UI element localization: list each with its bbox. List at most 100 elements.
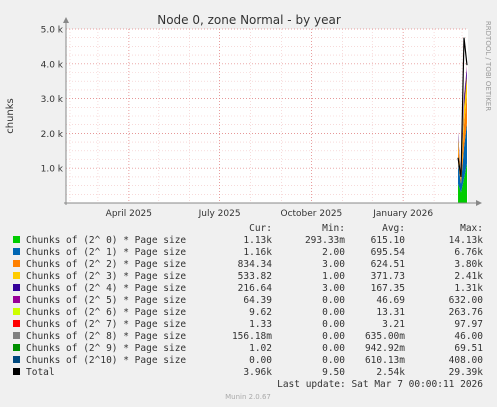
legend-swatch <box>13 260 20 267</box>
legend-value: 695.54 <box>371 247 406 258</box>
legend-row: Chunks of (2^ 4) * Page size 216.64 3.00 16… <box>13 283 483 294</box>
legend-label: Chunks of (2^ 3) * Page size <box>26 271 186 282</box>
legend-row: Chunks of (2^ 8) * Page size 156.18m 0.00 6… <box>13 331 483 342</box>
legend-swatch <box>13 320 20 327</box>
legend-value: 293.33m <box>305 235 345 246</box>
legend-value: 9.50 <box>322 367 345 378</box>
legend-row: Chunks of (2^ 5) * Page size 64.39 0.00 46.… <box>13 295 483 306</box>
legend-swatch <box>13 284 20 291</box>
legend-value: 46.69 <box>376 295 405 306</box>
munin-chart: Node 0, zone Normal - by year chunks RRD… <box>0 0 497 407</box>
legend-label: Chunks of (2^ 7) * Page size <box>26 319 186 330</box>
legend-value: 0.00 <box>322 355 345 366</box>
y-tick-label: 2.0 k <box>41 130 64 140</box>
legend-label: Chunks of (2^ 8) * Page size <box>26 331 186 342</box>
legend-swatch <box>13 332 20 339</box>
legend-value: 615.10 <box>371 235 406 246</box>
legend-value: 371.73 <box>371 271 405 282</box>
chart-svg: Node 0, zone Normal - by year chunks RRD… <box>5 13 492 401</box>
footer-text: Munin 2.0.67 <box>225 393 271 401</box>
legend-label: Chunks of (2^ 4) * Page size <box>26 283 186 294</box>
legend-row: Chunks of (2^ 7) * Page size 1.33 0.00 3.21… <box>13 319 483 330</box>
x-tick-label: January 2026 <box>372 209 433 219</box>
legend-value: 0.00 <box>322 307 345 318</box>
legend-value: 2.00 <box>322 247 345 258</box>
legend-label: Chunks of (2^10) * Page size <box>26 355 186 366</box>
legend-row: Chunks of (2^ 1) * Page size 1.16k 2.00 695… <box>13 247 483 258</box>
legend-value: 3.00 <box>322 283 345 294</box>
legend-value: 3.80k <box>454 259 483 270</box>
legend-value: 13.31 <box>376 307 405 318</box>
legend-value: 97.97 <box>454 319 483 330</box>
legend-value: 610.13m <box>365 355 405 366</box>
legend-row: Chunks of (2^ 9) * Page size 1.02 0.00 942.… <box>13 343 483 354</box>
legend-value: 3.00 <box>322 259 345 270</box>
legend-value: 3.21 <box>382 319 405 330</box>
legend-swatch <box>13 236 20 243</box>
watermark-text: RRDTOOL / TOBI OETIKER <box>484 21 492 111</box>
legend-swatch <box>13 248 20 255</box>
x-tick-labels: April 2025 July 2025 October 2025 January 2… <box>106 209 434 219</box>
legend-value: 635.00m <box>365 331 405 342</box>
legend-value: 14.13k <box>449 235 484 246</box>
legend-value: 408.00 <box>449 355 484 366</box>
legend-value: 64.39 <box>243 295 272 306</box>
legend-value: 533.82 <box>238 271 272 282</box>
legend-row: Chunks of (2^ 2) * Page size 834.34 3.00 62… <box>13 259 483 270</box>
x-tick-label: July 2025 <box>198 209 241 219</box>
legend-header: Max: <box>460 223 483 234</box>
legend-swatch <box>13 344 20 351</box>
legend-value: 0.00 <box>249 355 272 366</box>
legend-value: 834.34 <box>238 259 273 270</box>
legend-value: 1.13k <box>243 235 272 246</box>
legend-value: 263.76 <box>449 307 484 318</box>
legend-value: 0.00 <box>322 331 345 342</box>
y-tick-labels: 1.0 k 2.0 k 3.0 k 4.0 k 5.0 k <box>41 26 64 175</box>
legend-swatch <box>13 356 20 363</box>
legend-value: 156.18m <box>232 331 272 342</box>
legend-value: 216.64 <box>238 283 273 294</box>
x-tick-label: April 2025 <box>106 209 152 219</box>
legend-label: Chunks of (2^ 5) * Page size <box>26 295 186 306</box>
legend-label: Chunks of (2^ 6) * Page size <box>26 307 186 318</box>
legend-value: 46.00 <box>454 331 483 342</box>
legend-header: Cur: <box>249 223 272 234</box>
y-tick-label: 4.0 k <box>41 60 64 70</box>
legend-value: 9.62 <box>249 307 272 318</box>
legend-label: Chunks of (2^ 1) * Page size <box>26 247 186 258</box>
legend-value: 0.00 <box>322 343 345 354</box>
legend-value: 69.51 <box>454 343 483 354</box>
legend-row: Chunks of (2^ 3) * Page size 533.82 1.00 37… <box>13 271 483 282</box>
legend-swatch <box>13 368 20 375</box>
legend-swatch <box>13 308 20 315</box>
legend-value: 632.00 <box>449 295 484 306</box>
legend-value: 2.41k <box>454 271 483 282</box>
y-tick-label: 3.0 k <box>41 95 64 105</box>
legend-value: 1.33 <box>249 319 272 330</box>
legend-headers: Cur: Min: Avg: Max: <box>249 223 483 234</box>
legend: Chunks of (2^ 0) * Page size 1.13k 293.33m… <box>13 235 483 378</box>
legend-value: 942.92m <box>365 343 405 354</box>
legend-value: 0.00 <box>322 319 345 330</box>
legend-value: 1.16k <box>243 247 272 258</box>
legend-value: 3.96k <box>243 367 272 378</box>
y-axis-arrow <box>63 17 69 23</box>
legend-value: 624.51 <box>371 259 406 270</box>
legend-value: 1.31k <box>454 283 483 294</box>
legend-value: 167.35 <box>371 283 405 294</box>
legend-value: 29.39k <box>449 367 484 378</box>
y-axis-label: chunks <box>5 98 16 134</box>
legend-value: 1.02 <box>249 343 272 354</box>
legend-row: Chunks of (2^ 0) * Page size 1.13k 293.33m… <box>13 235 483 246</box>
legend-value: 6.76k <box>454 247 483 258</box>
legend-value: 2.54k <box>376 367 405 378</box>
last-update: Last update: Sat Mar 7 00:00:11 2026 <box>277 379 483 390</box>
legend-label: Chunks of (2^ 9) * Page size <box>26 343 186 354</box>
x-tick-label: October 2025 <box>280 209 342 219</box>
legend-swatch <box>13 296 20 303</box>
legend-header: Avg: <box>382 223 405 234</box>
legend-header: Min: <box>322 223 345 234</box>
x-axis-arrow <box>476 200 482 206</box>
chart-title: Node 0, zone Normal - by year <box>157 13 341 27</box>
legend-row: Chunks of (2^10) * Page size 0.00 0.00 610.… <box>13 355 483 366</box>
